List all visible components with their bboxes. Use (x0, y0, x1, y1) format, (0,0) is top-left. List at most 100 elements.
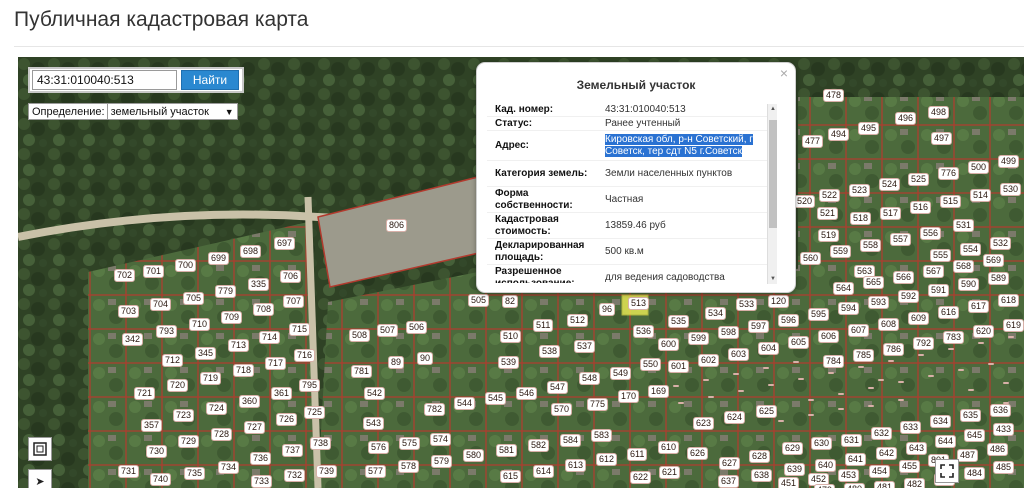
parcel-label[interactable]: 714 (259, 331, 281, 344)
parcel-label[interactable]: 732 (284, 469, 306, 482)
parcel-label[interactable] (763, 367, 769, 369)
parcel-label[interactable]: 566 (893, 271, 915, 284)
parcel-label[interactable]: 522 (819, 189, 841, 202)
parcel-label[interactable]: 120 (768, 295, 790, 308)
parcel-label[interactable]: 719 (200, 372, 222, 385)
parcel-label[interactable] (878, 379, 884, 381)
parcel-label[interactable]: 706 (280, 270, 302, 283)
parcel-label[interactable]: 499 (998, 155, 1020, 168)
parcel-label[interactable]: 518 (850, 212, 872, 225)
parcel-label[interactable]: 515 (940, 195, 962, 208)
parcel-label[interactable]: 785 (853, 349, 875, 362)
parcel-label[interactable]: 480 (844, 483, 866, 488)
parcel-label[interactable]: 620 (973, 325, 995, 338)
parcel-label[interactable]: 539 (498, 356, 520, 369)
plot-attribute-value-address[interactable]: Кировская обл, р-н Советский, г Советск,… (597, 133, 767, 159)
parcel-label[interactable]: 736 (250, 452, 272, 465)
parcel-label[interactable]: 608 (878, 318, 900, 331)
parcel-label[interactable]: 548 (579, 372, 601, 385)
parcel-label[interactable]: 631 (841, 434, 863, 447)
parcel-label[interactable] (738, 390, 744, 392)
parcel-label[interactable]: 786 (883, 343, 905, 356)
parcel-label[interactable]: 627 (719, 457, 741, 470)
parcel-label[interactable]: 703 (118, 305, 140, 318)
parcel-label[interactable]: 707 (283, 295, 305, 308)
parcel-label[interactable] (1008, 336, 1014, 338)
parcel-label[interactable]: 574 (430, 433, 452, 446)
parcel-label[interactable]: 697 (274, 237, 296, 250)
parcel-label[interactable]: 618 (998, 294, 1020, 307)
parcel-label[interactable]: 710 (189, 318, 211, 331)
parcel-label[interactable]: 634 (930, 415, 952, 428)
parcel-label[interactable]: 96 (599, 303, 616, 316)
parcel-label[interactable]: 521 (817, 207, 839, 220)
parcel-label[interactable]: 606 (818, 330, 840, 343)
parcel-label[interactable]: 581 (496, 444, 518, 457)
expand-map-button[interactable] (935, 459, 959, 483)
parcel-label[interactable]: 519 (818, 229, 840, 242)
parcel-label[interactable]: 513 (628, 297, 650, 310)
parcel-label[interactable]: 554 (960, 243, 982, 256)
parcel-label[interactable]: 613 (565, 459, 587, 472)
parcel-label[interactable]: 622 (630, 471, 652, 484)
parcel-label[interactable]: 727 (244, 421, 266, 434)
parcel-label[interactable]: 640 (815, 459, 837, 472)
cadastral-number-input[interactable] (32, 70, 177, 90)
parcel-label[interactable]: 578 (398, 460, 420, 473)
parcel-label[interactable]: 534 (705, 307, 727, 320)
parcel-label[interactable]: 643 (906, 442, 928, 455)
parcel-label[interactable]: 621 (659, 466, 681, 479)
parcel-label[interactable]: 567 (923, 265, 945, 278)
parcel-label[interactable]: 641 (845, 453, 867, 466)
search-button[interactable]: Найти (181, 70, 239, 90)
parcel-label[interactable]: 699 (208, 252, 230, 265)
parcel-label[interactable]: 559 (830, 245, 852, 258)
parcel-label[interactable]: 564 (833, 282, 855, 295)
parcel-label[interactable]: 735 (184, 467, 206, 480)
parcel-label[interactable]: 632 (871, 427, 893, 440)
parcel-label[interactable]: 604 (758, 342, 780, 355)
parcel-label[interactable]: 454 (869, 465, 891, 478)
parcel-label[interactable]: 565 (863, 276, 885, 289)
parcel-label[interactable]: 713 (228, 339, 250, 352)
parcel-label[interactable]: 569 (983, 254, 1005, 267)
parcel-label[interactable]: 721 (134, 387, 156, 400)
parcel-label[interactable]: 453 (838, 469, 860, 482)
parcel-label[interactable]: 570 (551, 403, 573, 416)
parcel-label[interactable]: 611 (627, 448, 648, 461)
parcel-label[interactable]: 82 (502, 295, 519, 308)
parcel-label[interactable]: 511 (533, 319, 554, 332)
parcel-label[interactable]: 775 (587, 398, 609, 411)
parcel-label[interactable] (673, 385, 679, 387)
parcel-label[interactable]: 781 (351, 365, 373, 378)
parcel-label[interactable] (808, 414, 814, 416)
parcel-label[interactable]: 599 (688, 332, 710, 345)
parcel-label[interactable]: 433 (993, 423, 1015, 436)
parcel-label[interactable]: 543 (363, 417, 385, 430)
parcel-label[interactable]: 782 (424, 403, 446, 416)
parcel-label[interactable]: 523 (849, 184, 871, 197)
parcel-label[interactable]: 716 (294, 349, 316, 362)
parcel-label[interactable]: 580 (463, 449, 485, 462)
parcel-label[interactable]: 546 (516, 387, 538, 400)
parcel-label[interactable] (1003, 402, 1009, 404)
parcel-label[interactable]: 524 (879, 178, 901, 191)
parcel-label[interactable]: 598 (718, 326, 740, 339)
popup-scrollbar[interactable]: ▲ ▼ (767, 104, 777, 284)
parcel-label[interactable]: 795 (299, 379, 321, 392)
parcel-label[interactable]: 793 (156, 325, 178, 338)
parcel-label[interactable]: 705 (183, 292, 205, 305)
parcel-label[interactable]: 619 (1003, 319, 1024, 332)
parcel-label[interactable]: 545 (485, 392, 507, 405)
parcel-label[interactable]: 497 (931, 132, 953, 145)
parcel-label[interactable]: 779 (215, 285, 237, 298)
parcel-label[interactable] (838, 408, 844, 410)
parcel-label[interactable]: 628 (749, 450, 771, 463)
parcel-label[interactable]: 547 (547, 381, 569, 394)
parcel-label[interactable]: 629 (782, 442, 804, 455)
parcel-label[interactable]: 776 (938, 167, 960, 180)
parcel-label[interactable]: 584 (560, 434, 582, 447)
parcel-label[interactable]: 568 (953, 260, 975, 273)
parcel-label[interactable] (898, 381, 904, 383)
parcel-label[interactable]: 603 (728, 348, 750, 361)
